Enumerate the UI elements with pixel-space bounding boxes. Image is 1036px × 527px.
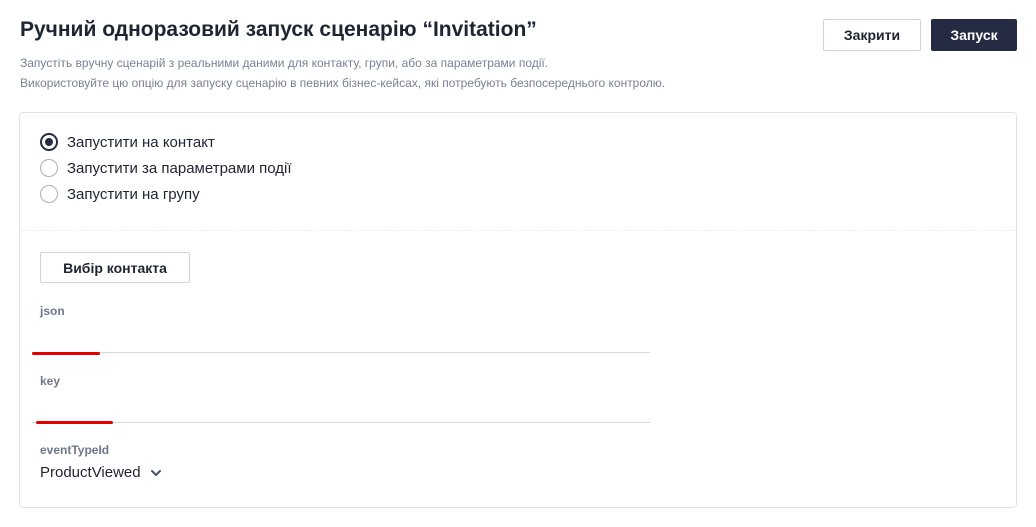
red-annotation-mark — [36, 421, 113, 424]
section-divider — [20, 230, 1016, 231]
key-field[interactable] — [32, 399, 650, 423]
run-button[interactable]: Запуск — [931, 19, 1017, 51]
event-type-value: ProductViewed — [40, 464, 141, 481]
page-description-line-1: Запустіть вручну сценарій з реальними да… — [20, 56, 549, 70]
radio-label: Запустити на контакт — [67, 133, 215, 151]
page-description-line-2: Використовуйте цю опцію для запуску сцен… — [20, 76, 666, 90]
page-title: Ручний одноразовий запуск сценарію “Invi… — [20, 18, 537, 41]
radio-run-by-event-params[interactable]: Запустити за параметрами події — [40, 157, 292, 179]
radio-label: Запустити за параметрами події — [67, 159, 292, 177]
json-field-label: json — [40, 304, 65, 318]
radio-checked-icon[interactable] — [40, 133, 58, 151]
close-button[interactable]: Закрити — [823, 19, 921, 51]
radio-run-on-group[interactable]: Запустити на групу — [40, 183, 200, 205]
radio-unchecked-icon[interactable] — [40, 185, 58, 203]
event-type-select[interactable]: ProductViewed — [40, 464, 163, 481]
run-scenario-page: Ручний одноразовий запуск сценарію “Invi… — [0, 0, 1036, 527]
event-type-label: eventTypeId — [40, 443, 110, 457]
json-field[interactable] — [32, 329, 650, 353]
radio-run-on-contact[interactable]: Запустити на контакт — [40, 131, 215, 153]
chevron-down-icon[interactable] — [149, 466, 163, 480]
key-field-label: key — [40, 374, 61, 388]
run-settings-card: Запустити на контакт Запустити за параме… — [19, 112, 1017, 508]
choose-contact-button[interactable]: Вибір контакта — [40, 252, 190, 283]
radio-unchecked-icon[interactable] — [40, 159, 58, 177]
radio-label: Запустити на групу — [67, 185, 200, 203]
red-annotation-mark — [32, 352, 100, 355]
